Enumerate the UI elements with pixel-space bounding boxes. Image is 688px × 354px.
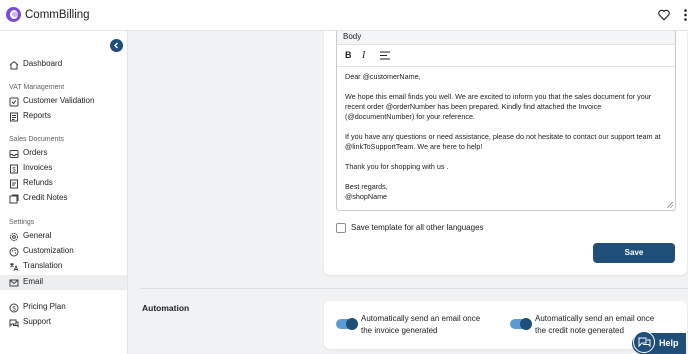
app-logo-icon	[6, 7, 21, 22]
pricing-icon: $	[9, 303, 19, 313]
report-icon	[10, 112, 18, 122]
sidebar-item-email[interactable]: Email	[0, 275, 127, 290]
rich-text-editor[interactable]: Body B I Dear @customerName, We hope thi…	[336, 31, 676, 211]
sidebar-item-label: Credit Notes	[23, 193, 68, 202]
gear-icon	[9, 232, 19, 242]
automation-title: Automation	[142, 303, 190, 313]
credit-note-email-toggle[interactable]	[510, 318, 532, 330]
sidebar-item-translation[interactable]: Translation	[0, 259, 127, 274]
sidebar-item-label: Invoices	[23, 163, 53, 172]
app-name: CommBilling	[25, 9, 90, 21]
sidebar-item-label: Support	[23, 317, 52, 326]
help-label: Help	[659, 338, 679, 348]
sidebar-item-label: General	[23, 231, 52, 240]
chat-bubble-icon	[633, 331, 655, 353]
palette-icon	[9, 247, 19, 257]
bold-button[interactable]: B	[345, 50, 352, 60]
save-all-languages-checkbox[interactable]	[336, 223, 346, 233]
toggle-label: Automatically send an email once the inv…	[361, 314, 481, 335]
toggle-knob	[520, 318, 532, 330]
body-line: We hope this email finds you well. We ar…	[345, 92, 652, 121]
chevron-left-icon	[114, 42, 118, 49]
body-line: Thank you for shopping with us .	[345, 162, 449, 171]
section-label-settings: Settings	[9, 219, 35, 226]
main-content: Body B I Dear @customerName, We hope thi…	[128, 31, 688, 354]
body-line: @shopName	[345, 192, 388, 201]
email-icon	[9, 279, 19, 287]
top-bar: CommBilling	[0, 0, 688, 31]
body-line: If you have any questions or need assist…	[345, 132, 661, 151]
sidebar-item-label: Reports	[23, 111, 52, 120]
italic-button[interactable]: I	[362, 50, 365, 61]
sidebar-item-label: Refunds	[23, 178, 53, 187]
heart-icon[interactable]	[657, 8, 671, 22]
email-template-card: Body B I Dear @customerName, We hope thi…	[324, 31, 687, 275]
refund-icon	[10, 179, 18, 189]
sidebar-item-pricing-plan[interactable]: $ Pricing Plan	[0, 300, 127, 315]
checkbox-label: Save template for all other languages	[351, 223, 484, 232]
sidebar-item-label: Dashboard	[23, 59, 63, 68]
body-line: Best regards,	[345, 182, 388, 191]
id-check-icon	[9, 97, 19, 107]
sidebar-item-orders[interactable]: Orders	[0, 146, 127, 161]
sidebar-item-label: Translation	[23, 261, 63, 270]
sidebar-item-refunds[interactable]: Refunds	[0, 176, 127, 191]
sidebar-item-customer-validation[interactable]: Customer Validation	[0, 94, 127, 109]
dollar-document-icon: $	[10, 164, 18, 174]
section-label-vat: VAT Management	[9, 84, 65, 91]
sidebar-item-reports[interactable]: Reports	[0, 109, 127, 124]
body-line: Dear @customerName,	[345, 72, 421, 81]
sidebar-item-general[interactable]: General	[0, 229, 127, 244]
inbox-icon	[9, 150, 19, 158]
editor-header: Body	[337, 31, 675, 45]
sidebar-item-invoices[interactable]: $ Invoices	[0, 161, 127, 176]
sidebar: Dashboard VAT Management Customer Valida…	[0, 31, 128, 354]
section-label-sales: Sales Documents	[9, 136, 64, 143]
email-body-text[interactable]: Dear @customerName, We hope this email f…	[345, 72, 667, 202]
sidebar-item-customization[interactable]: Customization	[0, 244, 127, 259]
more-vertical-icon[interactable]	[683, 8, 688, 22]
editor-header-label: Body	[343, 32, 362, 41]
resize-handle-icon[interactable]	[667, 202, 673, 208]
sidebar-item-label: Pricing Plan	[23, 302, 66, 311]
editor-toolbar: B I	[337, 45, 675, 67]
translate-icon	[10, 263, 19, 272]
toggle-knob	[346, 318, 358, 330]
align-left-icon[interactable]	[380, 51, 390, 60]
sidebar-item-dashboard[interactable]: Dashboard	[0, 57, 127, 72]
help-button[interactable]: Help	[632, 331, 686, 354]
section-divider	[140, 288, 688, 289]
notes-icon	[9, 194, 19, 204]
sidebar-item-label: Orders	[23, 148, 48, 157]
save-button[interactable]: Save	[593, 243, 675, 263]
sidebar-item-credit-notes[interactable]: Credit Notes	[0, 191, 127, 206]
invoice-email-toggle[interactable]	[336, 318, 358, 330]
collapse-sidebar-button[interactable]	[110, 39, 123, 52]
sidebar-item-label: Customer Validation	[23, 96, 95, 105]
sidebar-item-label: Customization	[23, 246, 74, 255]
sidebar-item-label: Email	[23, 277, 44, 286]
chat-icon	[9, 319, 19, 328]
home-icon	[9, 60, 19, 70]
sidebar-item-support[interactable]: Support	[0, 315, 127, 330]
